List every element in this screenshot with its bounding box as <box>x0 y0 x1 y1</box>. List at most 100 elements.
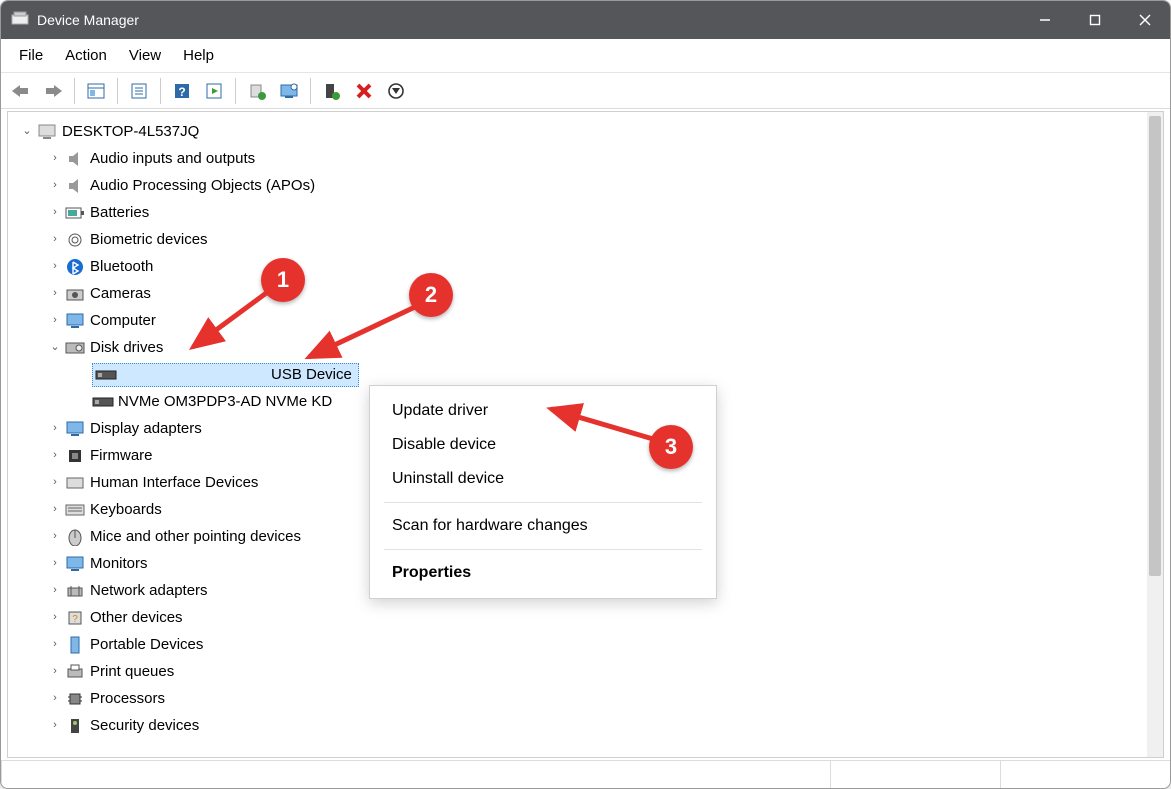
disable-device-button[interactable] <box>382 77 410 105</box>
device-category-icon <box>64 232 86 248</box>
chevron-right-icon[interactable]: › <box>46 419 64 438</box>
enable-device-button[interactable] <box>318 77 346 105</box>
tree-item-label: Other devices <box>90 605 183 631</box>
tree-item[interactable]: ›Portable Devices <box>12 631 1159 658</box>
chevron-right-icon[interactable]: › <box>46 527 64 546</box>
context-properties[interactable]: Properties <box>370 556 716 590</box>
device-category-icon <box>64 342 86 354</box>
chevron-right-icon[interactable]: › <box>46 230 64 249</box>
chevron-right-icon[interactable]: › <box>46 473 64 492</box>
chevron-right-icon[interactable]: › <box>46 581 64 600</box>
tree-item[interactable]: › Audio inputs and outputs <box>12 145 1159 172</box>
context-separator <box>384 549 702 550</box>
annotation-arrow-3 <box>541 401 661 451</box>
minimize-button[interactable] <box>1020 1 1070 39</box>
app-icon <box>11 10 29 31</box>
tree-item-label: Network adapters <box>90 578 208 604</box>
tree-item-label: Audio Processing Objects (APOs) <box>90 173 315 199</box>
chevron-down-icon[interactable]: ⌄ <box>18 122 36 141</box>
back-button[interactable] <box>7 77 35 105</box>
chevron-right-icon[interactable]: › <box>46 149 64 168</box>
device-manager-window: Device Manager File Action View Help ? <box>0 0 1171 789</box>
tree-item[interactable]: › Batteries <box>12 199 1159 226</box>
svg-text:?: ? <box>72 614 78 625</box>
tree-item-label: Mice and other pointing devices <box>90 524 301 550</box>
chevron-right-icon[interactable]: › <box>46 635 64 654</box>
device-category-icon <box>64 717 86 735</box>
chevron-right-icon[interactable]: › <box>46 554 64 573</box>
status-segment <box>1000 761 1170 788</box>
menu-help[interactable]: Help <box>173 43 224 68</box>
status-segment <box>1 761 830 788</box>
menu-view[interactable]: View <box>119 43 171 68</box>
svg-text:?: ? <box>178 85 185 99</box>
tree-item[interactable]: › Processors <box>12 685 1159 712</box>
chevron-right-icon[interactable]: › <box>46 689 64 708</box>
device-category-icon <box>64 664 86 680</box>
tree-item-label: Monitors <box>90 551 148 577</box>
tree-root[interactable]: ⌄ DESKTOP-4L537JQ <box>12 118 1159 145</box>
device-category-icon <box>64 636 86 654</box>
scrollbar-thumb[interactable] <box>1149 116 1161 576</box>
tree-item-label: Computer <box>90 308 156 334</box>
tree-item[interactable]: ›Biometric devices <box>12 226 1159 253</box>
device-category-icon <box>64 258 86 276</box>
annotation-arrow-1 <box>183 285 275 359</box>
chevron-right-icon[interactable]: › <box>46 284 64 303</box>
disk-drive-icon <box>95 370 117 380</box>
device-category-icon: ? <box>64 610 86 626</box>
close-button[interactable] <box>1120 1 1170 39</box>
update-driver-button[interactable] <box>243 77 271 105</box>
tree-item-label: Human Interface Devices <box>90 470 258 496</box>
status-segment <box>830 761 1000 788</box>
show-hide-tree-button[interactable] <box>82 77 110 105</box>
tree-item-label: Bluetooth <box>90 254 153 280</box>
tree-item[interactable]: ›Security devices <box>12 712 1159 739</box>
disk-drive-icon <box>92 397 114 407</box>
tree-item[interactable]: › Audio Processing Objects (APOs) <box>12 172 1159 199</box>
titlebar: Device Manager <box>1 1 1170 39</box>
help-button[interactable]: ? <box>168 77 196 105</box>
chevron-right-icon[interactable]: › <box>46 257 64 276</box>
chevron-right-icon[interactable]: › <box>46 500 64 519</box>
chevron-right-icon[interactable]: › <box>46 662 64 681</box>
context-scan-hardware[interactable]: Scan for hardware changes <box>370 509 716 543</box>
vertical-scrollbar[interactable] <box>1147 112 1163 757</box>
device-category-icon <box>64 207 86 219</box>
tree-item-label: Processors <box>90 686 165 712</box>
chevron-right-icon[interactable]: › <box>46 716 64 735</box>
tree-item-label: Keyboards <box>90 497 162 523</box>
menu-file[interactable]: File <box>9 43 53 68</box>
tree-item-label: Audio inputs and outputs <box>90 146 255 172</box>
uninstall-device-button[interactable] <box>350 77 378 105</box>
device-category-icon <box>64 287 86 301</box>
tree-item-label: Batteries <box>90 200 149 226</box>
maximize-button[interactable] <box>1070 1 1120 39</box>
scan-hardware-button[interactable] <box>275 77 303 105</box>
toolbar: ? <box>1 73 1170 109</box>
device-category-icon <box>64 421 86 437</box>
chevron-right-icon[interactable]: › <box>46 176 64 195</box>
properties-button[interactable] <box>125 77 153 105</box>
annotation-arrow-2 <box>297 301 423 367</box>
tree-item[interactable]: ›? Other devices <box>12 604 1159 631</box>
tree-child-item[interactable]: USB Device <box>12 361 1159 388</box>
computer-icon <box>36 124 58 140</box>
tree-item-label: Print queues <box>90 659 174 685</box>
chevron-right-icon[interactable]: › <box>46 608 64 627</box>
tree-item-label: Firmware <box>90 443 153 469</box>
context-separator <box>384 502 702 503</box>
tree-item-label: NVMe OM3PDP3-AD NVMe KD <box>118 389 332 415</box>
tree-item[interactable]: › Print queues <box>12 658 1159 685</box>
device-category-icon <box>64 313 86 329</box>
chevron-down-icon[interactable]: ⌄ <box>46 338 64 357</box>
chevron-right-icon[interactable]: › <box>46 311 64 330</box>
statusbar <box>1 760 1170 788</box>
chevron-right-icon[interactable]: › <box>46 203 64 222</box>
forward-button[interactable] <box>39 77 67 105</box>
action-button[interactable] <box>200 77 228 105</box>
device-category-icon <box>64 504 86 516</box>
chevron-right-icon[interactable]: › <box>46 446 64 465</box>
tree-item[interactable]: › Bluetooth <box>12 253 1159 280</box>
menu-action[interactable]: Action <box>55 43 117 68</box>
